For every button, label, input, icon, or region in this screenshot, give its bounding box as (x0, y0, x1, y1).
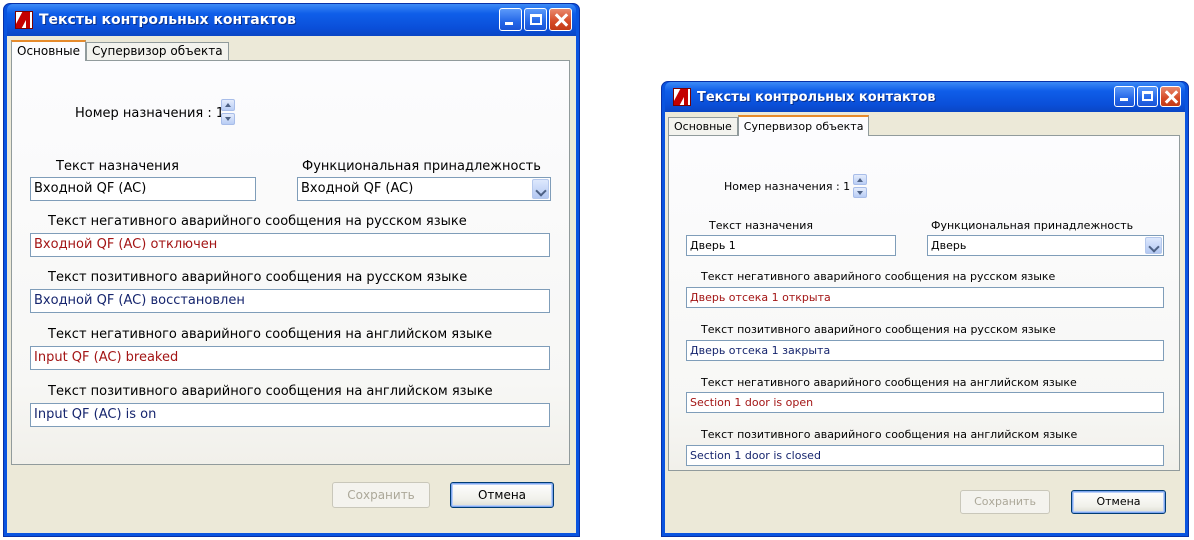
maximize-icon (1142, 91, 1153, 101)
title-bar[interactable]: Тексты контрольных контактов (665, 82, 1185, 112)
purpose-text-input[interactable]: Входной QF (AC) (30, 177, 256, 201)
dialog-window-main-tab: Тексты контрольных контактов Основные Су… (3, 3, 580, 537)
minimize-button[interactable] (1114, 86, 1135, 107)
purpose-text-label: Текст назначения (56, 159, 179, 174)
close-button[interactable] (1160, 86, 1181, 107)
spin-down-icon[interactable] (221, 113, 235, 125)
app-icon (673, 88, 691, 106)
pos-en-label: Текст позитивного аварийного сообщения н… (48, 384, 493, 399)
cancel-button[interactable]: Отмена (1071, 490, 1166, 514)
spin-up-icon[interactable] (221, 99, 235, 111)
maximize-button[interactable] (1137, 86, 1158, 107)
tab-main[interactable]: Основные (11, 40, 87, 61)
pos-ru-label: Текст позитивного аварийного сообщения н… (48, 270, 468, 285)
save-button[interactable]: Сохранить (332, 482, 430, 508)
pos-en-input[interactable]: Input QF (AC) is on (30, 403, 550, 427)
tab-object-supervisor[interactable]: Супервизор объекта (86, 42, 229, 60)
pos-ru-input[interactable]: Дверь отсека 1 закрыта (686, 340, 1164, 361)
function-select-value: Входной QF (AC) (301, 181, 414, 196)
purpose-text-input[interactable]: Дверь 1 (686, 235, 896, 256)
function-select[interactable]: Входной QF (AC) (297, 177, 551, 201)
neg-ru-input[interactable]: Дверь отсека 1 открыта (686, 287, 1164, 308)
neg-en-input[interactable]: Input QF (AC) breaked (30, 346, 550, 370)
tab-panel: Номер назначения : 1 Текст назначения Вх… (11, 60, 570, 465)
tab-object-supervisor[interactable]: Супервизор объекта (737, 115, 870, 136)
maximize-button[interactable] (524, 8, 547, 31)
function-label: Функциональная принадлежность (302, 159, 541, 174)
number-spinner[interactable] (853, 174, 867, 198)
tab-strip: Основные Супервизор объекта (668, 115, 870, 136)
neg-en-label: Текст негативного аварийного сообщения н… (48, 327, 493, 342)
app-icon (15, 11, 33, 29)
close-button[interactable] (549, 8, 572, 31)
pos-ru-label: Текст позитивного аварийного сообщения н… (701, 323, 1056, 336)
neg-en-input[interactable]: Section 1 door is open (686, 392, 1164, 413)
function-label: Функциональная принадлежность (931, 219, 1134, 232)
number-label: Номер назначения : 1 (75, 106, 225, 121)
minimize-button[interactable] (499, 8, 522, 31)
pos-en-label: Текст позитивного аварийного сообщения н… (701, 428, 1078, 441)
dialog-client-area: Основные Супервизор объекта Номер назнач… (665, 112, 1185, 533)
maximize-icon (530, 14, 542, 25)
function-select-value: Дверь (931, 239, 967, 252)
chevron-down-icon[interactable] (532, 179, 549, 199)
dialog-client-area: Основные Супервизор объекта Номер назнач… (7, 36, 576, 533)
spin-down-icon[interactable] (853, 187, 867, 198)
spin-up-icon[interactable] (853, 174, 867, 185)
cancel-button[interactable]: Отмена (450, 482, 554, 508)
purpose-text-label: Текст назначения (709, 219, 814, 232)
pos-ru-input[interactable]: Входной QF (AC) восстановлен (30, 289, 550, 313)
pos-en-input[interactable]: Section 1 door is closed (686, 445, 1164, 466)
neg-ru-label: Текст негативного аварийного сообщения н… (701, 270, 1056, 283)
window-title: Тексты контрольных контактов (39, 12, 296, 28)
number-label: Номер назначения : 1 (724, 180, 851, 193)
window-title: Тексты контрольных контактов (697, 89, 936, 105)
tab-main[interactable]: Основные (668, 117, 738, 135)
title-bar[interactable]: Тексты контрольных контактов (7, 4, 576, 36)
chevron-down-icon[interactable] (1145, 237, 1162, 254)
neg-en-label: Текст негативного аварийного сообщения н… (701, 376, 1077, 389)
dialog-window-supervisor-tab: Тексты контрольных контактов Основные Су… (661, 81, 1189, 537)
neg-ru-input[interactable]: Входной QF (AC) отключен (30, 233, 550, 257)
tab-panel: Номер назначения : 1 Текст назначения Дв… (668, 135, 1180, 471)
minimize-icon (1120, 98, 1128, 101)
function-select[interactable]: Дверь (927, 235, 1164, 256)
tab-strip: Основные Супервизор объекта (11, 40, 229, 61)
neg-ru-label: Текст негативного аварийного сообщения н… (48, 214, 467, 229)
minimize-icon (505, 22, 513, 25)
number-spinner[interactable] (221, 99, 235, 125)
save-button[interactable]: Сохранить (960, 490, 1050, 514)
